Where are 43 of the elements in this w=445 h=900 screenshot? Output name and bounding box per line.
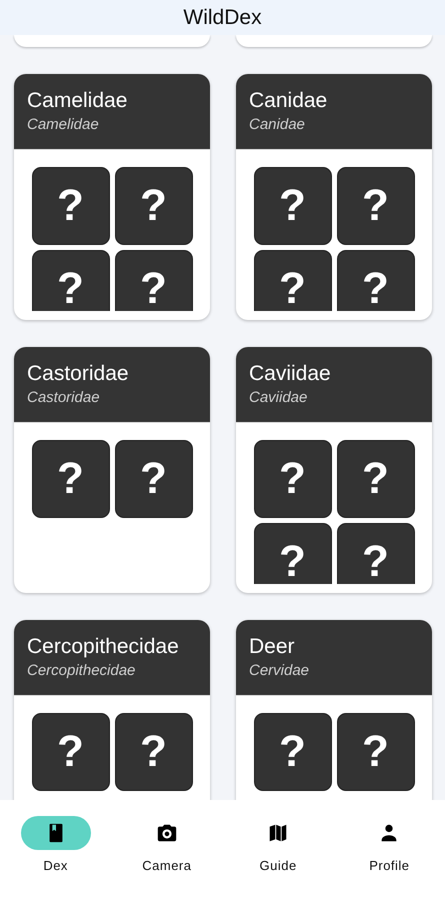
family-card[interactable]: Caviidae Caviidae ? ? ? ? [236, 347, 432, 593]
family-name: Deer [249, 635, 296, 659]
scientific-name: Camelidae [27, 116, 100, 133]
scientific-name: Caviidae [249, 389, 308, 406]
family-card[interactable]: Cercopithecidae Cercopithecidae ? ? [14, 620, 210, 800]
unknown-species-tile[interactable]: ? [336, 523, 414, 584]
unknown-species-tile[interactable]: ? [114, 713, 192, 791]
scientific-name: Castoridae [27, 389, 101, 406]
unknown-species-tile[interactable]: ? [32, 167, 110, 245]
family-name: Camelidae [27, 89, 128, 113]
unknown-species-tile[interactable]: ? [32, 250, 110, 311]
unknown-species-tile[interactable]: ? [336, 250, 414, 311]
nav-tab[interactable]: Profile [334, 800, 445, 900]
unknown-species-tile[interactable]: ? [32, 440, 110, 518]
nav-tab[interactable]: Guide [222, 800, 334, 900]
unknown-species-tile[interactable]: ? [32, 713, 110, 791]
nav-tab[interactable]: Camera [111, 800, 222, 900]
unknown-species-tile[interactable]: ? [114, 167, 192, 245]
family-card[interactable]: Camelidae Camelidae ? ? ? ? [14, 74, 210, 320]
map-icon [267, 822, 290, 844]
app-title: WildDex [183, 6, 262, 30]
family-card[interactable]: Canidae Canidae ? ? ? ? [236, 74, 432, 320]
unknown-species-tile[interactable]: ? [336, 713, 414, 791]
family-name: Caviidae [249, 362, 332, 386]
family-name: Canidae [249, 89, 328, 113]
unknown-species-tile[interactable]: ? [254, 250, 332, 311]
family-card[interactable]: Castoridae Castoridae ? ? [14, 347, 210, 593]
unknown-species-tile[interactable]: ? [114, 250, 192, 311]
family-name: Castoridae [27, 362, 130, 386]
nav-tab[interactable]: Dex [0, 800, 112, 900]
camera-icon [156, 822, 178, 844]
scientific-name: Cervidae [249, 662, 310, 679]
unknown-species-tile[interactable]: ? [336, 440, 414, 518]
unknown-species-tile[interactable]: ? [336, 167, 414, 245]
scientific-name: Cercopithecidae [27, 662, 136, 679]
family-card[interactable]: Deer Cervidae ? ? [236, 620, 432, 800]
unknown-species-tile[interactable]: ? [254, 713, 332, 791]
family-name: Cercopithecidae [27, 635, 180, 659]
unknown-species-tile[interactable]: ? [254, 167, 332, 245]
unknown-species-tile[interactable]: ? [254, 523, 332, 584]
scientific-name: Canidae [249, 116, 306, 133]
unknown-species-tile[interactable]: ? [254, 440, 332, 518]
unknown-species-tile[interactable]: ? [114, 440, 192, 518]
